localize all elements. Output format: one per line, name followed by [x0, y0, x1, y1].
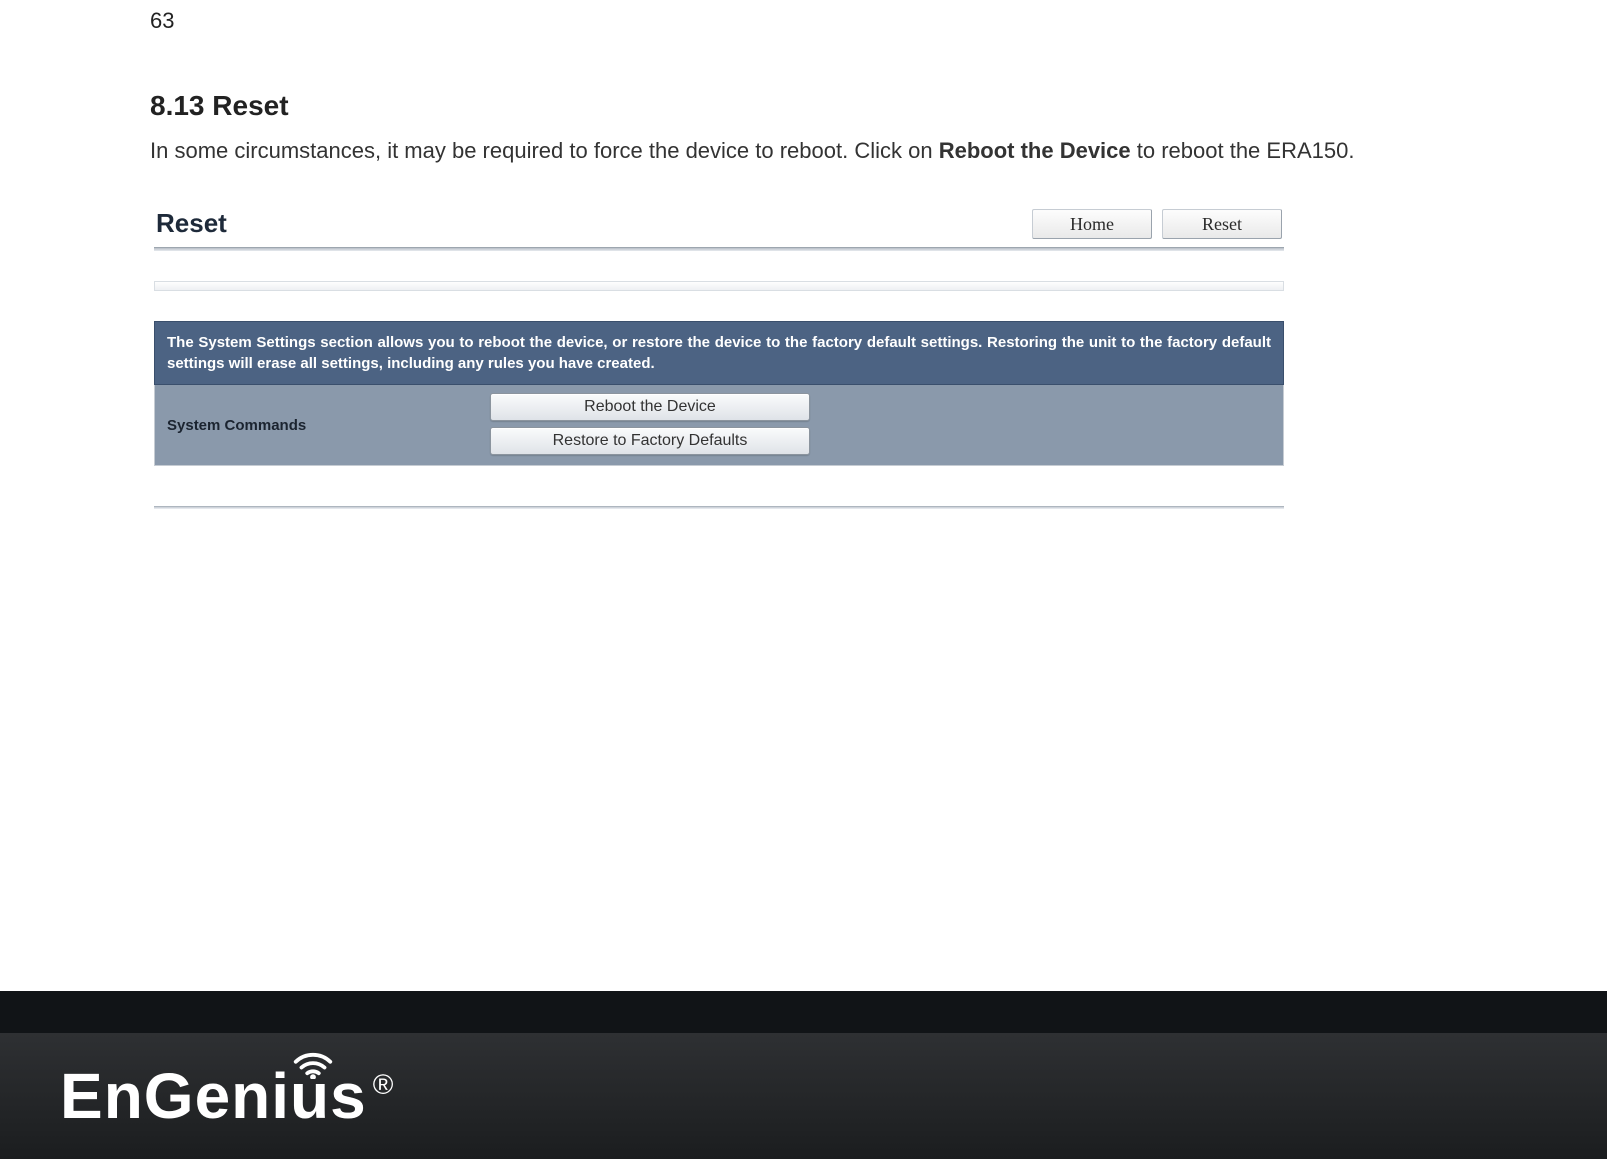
page-content: 8.13 Reset In some circumstances, it may… — [150, 90, 1457, 509]
commands-buttons-cell: Reboot the Device Restore to Factory Def… — [490, 385, 1283, 465]
footer: EnGenius ® — [0, 991, 1607, 1159]
brand-registered: ® — [373, 1069, 394, 1101]
reboot-device-button[interactable]: Reboot the Device — [490, 393, 810, 421]
intro-post: to reboot the ERA150. — [1131, 138, 1355, 163]
brand-logo: EnGenius ® — [60, 1059, 393, 1133]
gap-row — [154, 281, 1284, 321]
restore-defaults-button[interactable]: Restore to Factory Defaults — [490, 427, 810, 455]
page-number: 63 — [150, 8, 174, 34]
intro-pre: In some circumstances, it may be require… — [150, 138, 939, 163]
commands-label-cell: System Commands — [155, 385, 490, 465]
intro-bold: Reboot the Device — [939, 138, 1131, 163]
commands-label: System Commands — [167, 417, 306, 434]
ui-header: Reset Home Reset — [154, 208, 1284, 243]
info-banner: The System Settings section allows you t… — [154, 321, 1284, 385]
ui-title: Reset — [156, 208, 227, 239]
home-button[interactable]: Home — [1032, 209, 1152, 239]
footer-main: EnGenius ® — [0, 1033, 1607, 1159]
wifi-icon — [290, 1033, 336, 1079]
section-heading: 8.13 Reset — [150, 90, 1457, 122]
system-commands-row: System Commands Reboot the Device Restor… — [154, 385, 1284, 466]
header-rule — [154, 247, 1284, 251]
ui-nav: Home Reset — [1032, 209, 1282, 239]
footer-top-bar — [0, 991, 1607, 1033]
bottom-rule — [154, 506, 1284, 509]
section-intro: In some circumstances, it may be require… — [150, 134, 1457, 168]
reset-button[interactable]: Reset — [1162, 209, 1282, 239]
reset-ui-panel: Reset Home Reset The System Settings sec… — [154, 208, 1284, 509]
